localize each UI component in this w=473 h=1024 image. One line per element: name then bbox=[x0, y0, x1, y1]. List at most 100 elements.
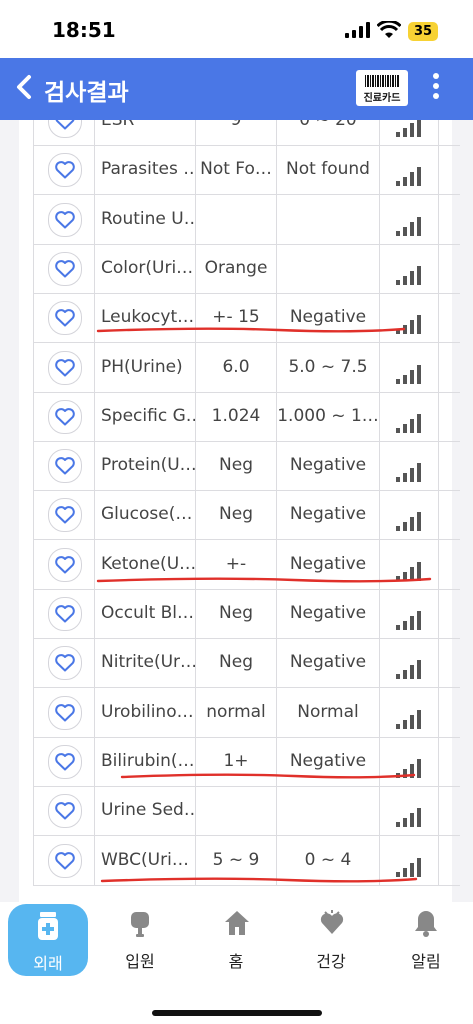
result-row[interactable]: Bilirubin(… 1+ Negative bbox=[33, 736, 460, 787]
favorite-button[interactable] bbox=[48, 744, 82, 779]
favorite-button[interactable] bbox=[48, 449, 82, 484]
page-title: 검사결과 bbox=[44, 80, 129, 106]
favorite-button[interactable] bbox=[48, 202, 82, 237]
result-row[interactable]: Urine Sed… bbox=[33, 786, 460, 837]
trend-chart-button[interactable] bbox=[396, 702, 422, 737]
trend-chart-button[interactable] bbox=[396, 850, 422, 885]
tab-inpatient[interactable]: 입원 bbox=[100, 902, 180, 980]
home-icon bbox=[225, 911, 249, 935]
test-value: Neg bbox=[195, 441, 276, 491]
favorite-button[interactable] bbox=[48, 498, 82, 533]
medical-card-button[interactable]: 진료카드 bbox=[356, 70, 408, 106]
trend-chart-button[interactable] bbox=[396, 603, 422, 638]
reference-range: 1.000 ~ 1… bbox=[276, 391, 379, 441]
trend-chart-button[interactable] bbox=[396, 554, 422, 589]
bell-icon bbox=[415, 911, 437, 937]
result-row[interactable]: Color(Uri… Orange bbox=[33, 243, 460, 294]
result-row[interactable]: Glucose(… Neg Negative bbox=[33, 490, 460, 541]
trend-chart-button[interactable] bbox=[396, 504, 422, 539]
battery-indicator: 35 bbox=[408, 22, 438, 41]
favorite-button[interactable] bbox=[48, 843, 82, 878]
result-row[interactable]: Parasites … Not Fo… Not found bbox=[33, 145, 460, 196]
heart-icon bbox=[55, 851, 75, 869]
favorite-button[interactable] bbox=[48, 350, 82, 385]
result-row[interactable]: Leukocyt… +- 15 Negative bbox=[33, 293, 460, 344]
trend-chart-icon bbox=[396, 660, 421, 680]
test-value: +- 15 bbox=[195, 293, 276, 343]
result-row[interactable]: PH(Urine) 6.0 5.0 ~ 7.5 bbox=[33, 342, 460, 393]
more-vertical-icon bbox=[428, 73, 444, 99]
result-row[interactable]: Nitrite(Ur… Neg Negative bbox=[33, 638, 460, 689]
result-row[interactable]: ESR 9 0 ~ 20 bbox=[33, 120, 460, 146]
trend-chart-button[interactable] bbox=[396, 159, 422, 194]
trend-chart-button[interactable] bbox=[396, 455, 422, 490]
favorite-button[interactable] bbox=[48, 646, 82, 681]
tab-health[interactable]: 건강 bbox=[291, 902, 371, 980]
test-value: Not Fo… bbox=[195, 145, 276, 195]
favorite-button[interactable] bbox=[48, 399, 82, 434]
trend-chart-button[interactable] bbox=[396, 357, 422, 392]
tab-label: 입원 bbox=[125, 952, 155, 971]
heart-icon bbox=[55, 260, 75, 278]
trend-chart-button[interactable] bbox=[396, 209, 422, 244]
favorite-button[interactable] bbox=[48, 547, 82, 582]
trend-chart-button[interactable] bbox=[396, 258, 422, 293]
test-value: 1+ bbox=[195, 736, 276, 786]
result-row[interactable]: Occult Bl… Neg Negative bbox=[33, 589, 460, 639]
favorite-button[interactable] bbox=[48, 794, 82, 829]
result-row[interactable]: Protein(U… Neg Negative bbox=[33, 441, 460, 492]
test-value: Orange bbox=[195, 243, 276, 293]
result-row[interactable]: Ketone(U… +- Negative bbox=[33, 539, 460, 590]
tab-home[interactable]: 홈 bbox=[196, 902, 276, 980]
trend-chart-icon bbox=[396, 364, 421, 384]
reference-range bbox=[276, 243, 379, 293]
favorite-button[interactable] bbox=[48, 301, 82, 336]
result-row[interactable]: WBC(Uri… 5 ~ 90 ~ 4 bbox=[33, 835, 460, 886]
trend-chart-button[interactable] bbox=[396, 751, 422, 786]
test-value: Neg bbox=[195, 490, 276, 540]
favorite-button[interactable] bbox=[48, 597, 82, 631]
heart-icon bbox=[55, 457, 75, 475]
trend-chart-icon bbox=[396, 120, 421, 137]
trend-chart-button[interactable] bbox=[396, 406, 422, 441]
tab-label: 알림 bbox=[411, 952, 441, 971]
heart-icon bbox=[55, 802, 75, 820]
app-header: 검사결과 진료카드 bbox=[0, 58, 473, 120]
trend-chart-button[interactable] bbox=[396, 800, 422, 835]
result-row[interactable]: Urobilino… normal Normal bbox=[33, 687, 460, 738]
result-row[interactable]: Specific G… 1.024 1.000 ~ 1… bbox=[33, 391, 460, 442]
reference-range: 5.0 ~ 7.5 bbox=[276, 342, 379, 392]
reference-range: Not found bbox=[276, 145, 379, 195]
reference-range: Negative bbox=[276, 539, 379, 589]
status-bar: 18:51 35 bbox=[0, 0, 473, 58]
trend-chart-button[interactable] bbox=[396, 120, 422, 145]
result-row[interactable]: Routine U… bbox=[33, 194, 460, 245]
trend-chart-button[interactable] bbox=[396, 652, 422, 687]
heart-icon bbox=[55, 654, 75, 672]
health-heart-icon bbox=[320, 910, 344, 934]
favorite-button[interactable] bbox=[48, 120, 82, 138]
trend-chart-button[interactable] bbox=[396, 307, 422, 342]
reference-range: Negative bbox=[276, 293, 379, 343]
trend-chart-icon bbox=[396, 216, 421, 236]
back-button[interactable] bbox=[14, 72, 44, 104]
favorite-button[interactable] bbox=[48, 251, 82, 286]
medical-card-label: 진료카드 bbox=[363, 93, 401, 104]
reference-range: 0 ~ 4 bbox=[276, 835, 379, 885]
tab-outpatient[interactable]: 외래 bbox=[8, 904, 88, 976]
wifi-icon bbox=[377, 21, 401, 38]
test-name: Parasites … bbox=[94, 145, 195, 195]
favorite-button[interactable] bbox=[48, 695, 82, 730]
tab-notifications[interactable]: 알림 bbox=[386, 902, 466, 980]
test-name: Urine Sed… bbox=[94, 786, 195, 836]
heart-icon bbox=[55, 407, 75, 426]
trend-chart-icon bbox=[396, 265, 421, 285]
test-value: +- bbox=[195, 539, 276, 589]
test-value: 5 ~ 9 bbox=[195, 835, 276, 885]
heart-icon bbox=[55, 120, 75, 130]
favorite-button[interactable] bbox=[48, 153, 82, 188]
results-scroll-area[interactable]: ESR 9 0 ~ 20 Parasites … Not Fo… Not found Rou… bbox=[0, 120, 473, 902]
trend-chart-icon bbox=[396, 758, 421, 778]
more-button[interactable] bbox=[428, 70, 444, 106]
test-value: normal bbox=[195, 687, 276, 737]
